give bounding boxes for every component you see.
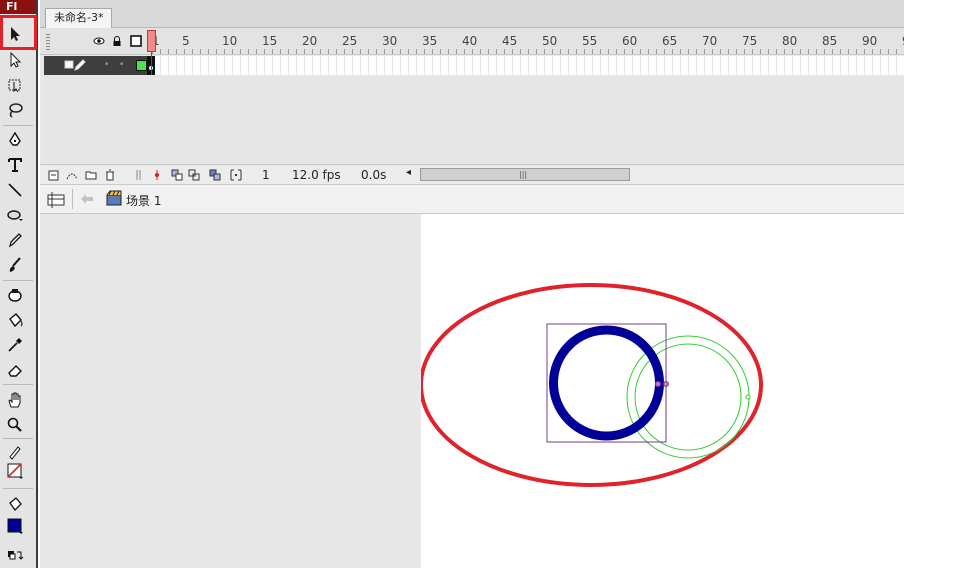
scroll-to-playhead-icon[interactable] (134, 169, 146, 181)
transform-point-left[interactable] (655, 381, 661, 387)
ruler-number: 30 (382, 34, 398, 48)
timeline-footer: 1 12.0 fps 0.0s ◂ ||| (40, 164, 904, 185)
layer-row[interactable]: • • (40, 56, 904, 75)
timeline-scrollbar[interactable]: ||| (420, 168, 630, 181)
ruler-number: 60 (622, 34, 638, 48)
ruler-number: 50 (542, 34, 558, 48)
stage-drawing (421, 283, 763, 487)
delete-layer-icon[interactable] (104, 169, 116, 181)
layer-frames[interactable] (152, 56, 904, 75)
green-ghost-handle (745, 394, 751, 400)
scene-label[interactable]: 场景 1 (126, 192, 161, 209)
stage[interactable] (421, 214, 904, 568)
red-ellipse[interactable] (421, 283, 763, 487)
timeline-header: 1510152025303540455055606570758085909 (40, 28, 904, 55)
layer-outline-color[interactable] (136, 60, 147, 71)
scrollbar-grip-icon: ||| (519, 170, 528, 179)
current-frame: 1 (262, 168, 270, 182)
scroll-left-icon[interactable]: ◂ (406, 167, 411, 178)
outline-icon[interactable] (130, 35, 142, 47)
brush-tool-icon[interactable] (4, 255, 26, 275)
lock-icon[interactable] (111, 35, 123, 47)
ruler-number: 45 (502, 34, 518, 48)
ruler-number: 20 (302, 34, 318, 48)
onion-skin-outlines-icon[interactable] (188, 169, 200, 181)
panel-grip-icon[interactable] (46, 34, 50, 50)
stroke-color-icon[interactable] (4, 442, 26, 462)
layer-name-cell[interactable]: • • (44, 56, 148, 75)
ruler-number: 90 (862, 34, 878, 48)
free-transform-tool-icon[interactable] (4, 75, 26, 95)
text-tool-icon[interactable] (4, 155, 26, 175)
tools-panel: Fl (0, 0, 38, 568)
ruler-number: 9 (902, 34, 904, 48)
timeline-panel: 1510152025303540455055606570758085909 • … (40, 28, 904, 185)
app-logo: Fl (0, 0, 36, 14)
frame-rate[interactable]: 12.0 fps (292, 168, 341, 182)
selection-tool-highlight (0, 15, 37, 50)
blue-ring[interactable] (549, 325, 664, 441)
selection-bounding-box[interactable] (546, 323, 667, 443)
layer-visibility-dot[interactable]: • (104, 60, 109, 70)
pen-tool-icon[interactable] (4, 130, 26, 150)
timeline-toggle-icon[interactable] (46, 191, 66, 209)
new-layer-icon[interactable] (48, 169, 60, 181)
back-arrow-icon[interactable] (80, 193, 94, 205)
layer-pencil-icon (64, 59, 86, 71)
ruler-number: 65 (662, 34, 678, 48)
transform-point-right[interactable] (663, 381, 669, 387)
ruler-number: 5 (182, 34, 190, 48)
fill-color-icon[interactable] (4, 494, 26, 514)
ruler-ticks (152, 49, 904, 54)
ruler-number: 25 (342, 34, 358, 48)
ruler-number: 55 (582, 34, 598, 48)
center-frame-icon[interactable] (151, 169, 163, 181)
line-tool-icon[interactable] (4, 180, 26, 200)
stroke-color-swatch[interactable] (4, 461, 26, 481)
ruler-number: 35 (422, 34, 438, 48)
eyedropper-tool-icon[interactable] (4, 335, 26, 355)
eye-icon[interactable] (93, 35, 105, 47)
document-tab[interactable]: 未命名-3* (45, 8, 113, 28)
pencil-tool-icon[interactable] (4, 230, 26, 250)
ruler-number: 75 (742, 34, 758, 48)
document-tab-bar: 未命名-3* (40, 0, 904, 28)
hand-tool-icon[interactable] (4, 390, 26, 410)
edit-bar: 场景 1 (40, 184, 904, 214)
fill-color-swatch[interactable] (4, 516, 26, 536)
frame-ruler[interactable]: 1510152025303540455055606570758085909 (152, 28, 904, 54)
zoom-tool-icon[interactable] (4, 415, 26, 435)
elapsed-time: 0.0s (361, 168, 387, 182)
layer-lock-dot[interactable]: • (119, 60, 124, 70)
ink-bottle-tool-icon[interactable] (4, 285, 26, 305)
scene-icon (106, 190, 122, 206)
ruler-number: 10 (222, 34, 238, 48)
ruler-number: 85 (822, 34, 838, 48)
modify-onion-markers-icon[interactable] (230, 169, 242, 181)
swap-colors-icon[interactable] (4, 546, 26, 566)
timeline-empty-area (44, 75, 904, 164)
eraser-tool-icon[interactable] (4, 360, 26, 380)
ruler-number: 80 (782, 34, 798, 48)
onion-skin-icon[interactable] (171, 169, 183, 181)
ruler-number: 70 (702, 34, 718, 48)
motion-guide-icon[interactable] (66, 169, 78, 181)
edit-multiple-frames-icon[interactable] (209, 169, 221, 181)
playhead-handle[interactable] (147, 30, 156, 52)
ruler-number: 15 (262, 34, 278, 48)
new-folder-icon[interactable] (85, 169, 97, 181)
paint-bucket-tool-icon[interactable] (4, 310, 26, 330)
lasso-tool-icon[interactable] (4, 100, 26, 120)
subselection-tool-icon[interactable] (4, 50, 26, 70)
ruler-number: 40 (462, 34, 478, 48)
oval-tool-icon[interactable] (4, 205, 26, 225)
